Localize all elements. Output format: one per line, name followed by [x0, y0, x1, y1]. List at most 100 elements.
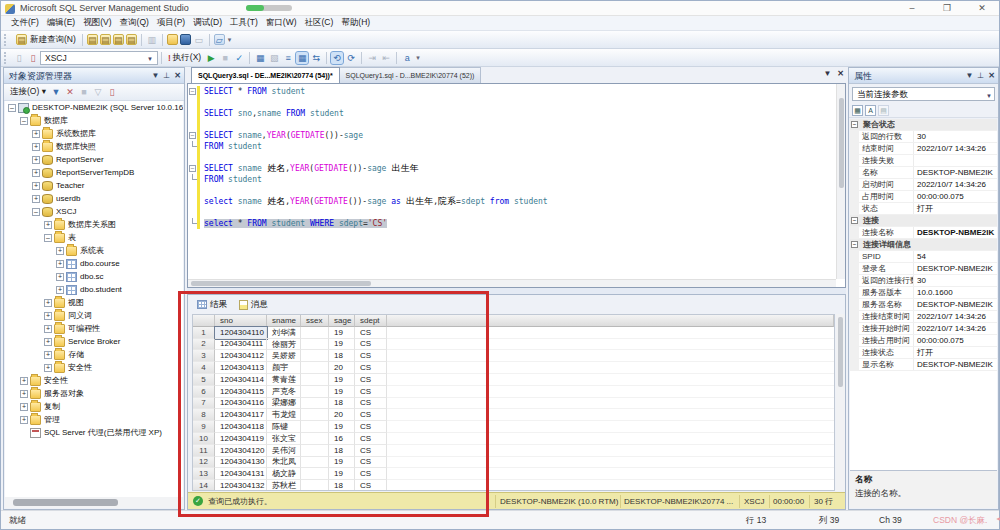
window-position-icon[interactable]: ▼: [151, 68, 159, 84]
property-row[interactable]: 占用时间00:00:00.075: [850, 191, 997, 203]
tree-item[interactable]: +同义词: [5, 309, 183, 322]
tree-item[interactable]: +视图: [5, 296, 183, 309]
grid-cell[interactable]: 1204304115: [215, 386, 267, 398]
result-grid-icon[interactable]: ▦: [296, 52, 308, 64]
tree-item[interactable]: +userdb: [5, 192, 183, 205]
available-databases-combo[interactable]: XSCJ▼: [40, 51, 158, 65]
menu-item[interactable]: 项目(P): [153, 17, 189, 29]
property-row[interactable]: 名称DESKTOP-NBME2IK: [850, 167, 997, 179]
editor-vscrollbar[interactable]: [836, 84, 845, 279]
tree-item[interactable]: +SQL Server 代理(已禁用代理 XP): [5, 426, 183, 439]
grid-cell[interactable]: [301, 480, 329, 491]
maximize-button[interactable]: ❐: [934, 1, 960, 15]
grid-cell[interactable]: [301, 350, 329, 362]
expand-icon[interactable]: +: [32, 169, 40, 177]
expand-icon[interactable]: +: [44, 312, 52, 320]
tree-item[interactable]: +dbo.sc: [5, 270, 183, 283]
pin-icon[interactable]: ⊥: [163, 68, 170, 84]
grid-cell[interactable]: 11: [193, 445, 215, 457]
grid-cell[interactable]: 1204304114: [215, 374, 267, 386]
new-tsql-icon[interactable]: ▤: [87, 34, 98, 45]
connect-disabled-icon[interactable]: ▯: [13, 52, 25, 64]
grid-header-sno[interactable]: sno: [215, 315, 267, 327]
tree-item[interactable]: +管理: [5, 413, 183, 426]
grid-cell[interactable]: 19: [329, 468, 355, 480]
expand-icon[interactable]: –: [44, 234, 52, 242]
tree-item[interactable]: +安全性: [5, 374, 183, 387]
sql-editor[interactable]: –SELECT * FROM studentSELECT sno,sname F…: [187, 83, 846, 288]
property-row[interactable]: 返回的行数30: [850, 131, 997, 143]
grid-cell[interactable]: 颜宇: [267, 362, 301, 374]
tree-item[interactable]: +Teacher: [5, 179, 183, 192]
execute-button[interactable]: !执行(X): [165, 51, 204, 65]
grid-cell[interactable]: 9: [193, 421, 215, 433]
close-icon[interactable]: ✕: [988, 68, 995, 84]
property-row[interactable]: 连接状态打开: [850, 347, 997, 359]
tree-item[interactable]: +ReportServerTempDB: [5, 166, 183, 179]
grid-cell[interactable]: 6: [193, 386, 215, 398]
specify-values-icon[interactable]: ▧: [268, 52, 280, 64]
grid-cell[interactable]: 7: [193, 398, 215, 410]
grid-cell[interactable]: 4: [193, 362, 215, 374]
expand-icon[interactable]: +: [20, 403, 28, 411]
grid-cell[interactable]: CS: [355, 350, 387, 362]
grid-header-sname[interactable]: sname: [267, 315, 301, 327]
property-row[interactable]: 连接名称DESKTOP-NBME2IK: [850, 227, 997, 239]
toolbar-grip[interactable]: [4, 52, 9, 64]
grid-cell[interactable]: 1204304117: [215, 409, 267, 421]
tree-item[interactable]: –XSCJ: [5, 205, 183, 218]
expand-icon[interactable]: +: [44, 351, 52, 359]
grid-cell[interactable]: [301, 362, 329, 374]
categorized-icon[interactable]: ▦: [852, 105, 863, 116]
menu-item[interactable]: 帮助(H): [337, 17, 374, 29]
stop-disabled-icon[interactable]: ■: [219, 52, 231, 64]
grid-cell[interactable]: 1204304131: [215, 468, 267, 480]
menu-item[interactable]: 窗口(W): [262, 17, 301, 29]
stop-disabled-icon[interactable]: ■: [78, 86, 90, 98]
grid-cell[interactable]: 8: [193, 409, 215, 421]
menu-item[interactable]: 社区(C): [301, 17, 338, 29]
window-position-icon[interactable]: ▼: [965, 68, 973, 84]
doc-list-icon[interactable]: ▼: [823, 69, 831, 78]
expand-icon[interactable]: +: [20, 390, 28, 398]
grid-cell[interactable]: 徐丽芳: [267, 339, 301, 351]
tree-item[interactable]: +数据库关系图: [5, 218, 183, 231]
expand-icon[interactable]: –: [20, 117, 28, 125]
grid-cell[interactable]: 1204304110: [215, 327, 267, 339]
grid-cell[interactable]: 1204304130: [215, 457, 267, 469]
grid-cell[interactable]: 16: [329, 433, 355, 445]
fold-collapse-icon[interactable]: –: [189, 132, 196, 139]
grid-cell[interactable]: 10: [193, 433, 215, 445]
grid-cell[interactable]: 14: [193, 480, 215, 491]
grid-cell[interactable]: 韦龙煌: [267, 409, 301, 421]
collapse-icon[interactable]: –: [851, 217, 858, 224]
tree-item[interactable]: +Service Broker: [5, 335, 183, 348]
menu-item[interactable]: 编辑(E): [43, 17, 79, 29]
grid-cell[interactable]: [301, 398, 329, 410]
collapse-icon[interactable]: –: [851, 121, 858, 128]
new-query-button[interactable]: ▤新建查询(N): [12, 33, 79, 47]
tree-item[interactable]: +存储: [5, 348, 183, 361]
change-connection-icon[interactable]: ▯: [27, 52, 39, 64]
property-row[interactable]: –连接: [850, 215, 997, 227]
grid-cell[interactable]: 5: [193, 374, 215, 386]
property-row[interactable]: 连接开始时间2022/10/7 14:34:26: [850, 323, 997, 335]
grid-cell[interactable]: 2: [193, 339, 215, 351]
grid-cell[interactable]: 陈键: [267, 421, 301, 433]
property-row[interactable]: 连接占用时间00:00:00.075: [850, 335, 997, 347]
grid-cell[interactable]: 严克冬: [267, 386, 301, 398]
grid-cell[interactable]: 1204304113: [215, 362, 267, 374]
grid-cell[interactable]: 吴伟河: [267, 445, 301, 457]
run-icon[interactable]: ▶: [205, 52, 217, 64]
property-row[interactable]: 结束时间2022/10/7 14:34:26: [850, 143, 997, 155]
tree-item[interactable]: +系统数据库: [5, 127, 183, 140]
grid-cell[interactable]: 1204304119: [215, 433, 267, 445]
grid-cell[interactable]: [301, 386, 329, 398]
new-mdx-icon[interactable]: ▤: [126, 34, 137, 45]
property-row[interactable]: –连接详细信息: [850, 239, 997, 251]
grid-cell[interactable]: 吴娇娇: [267, 350, 301, 362]
grid-cell[interactable]: CS: [355, 409, 387, 421]
menu-item[interactable]: 文件(F): [7, 17, 43, 29]
editor-hscrollbar[interactable]: [188, 279, 836, 287]
grid-cell[interactable]: [301, 433, 329, 445]
